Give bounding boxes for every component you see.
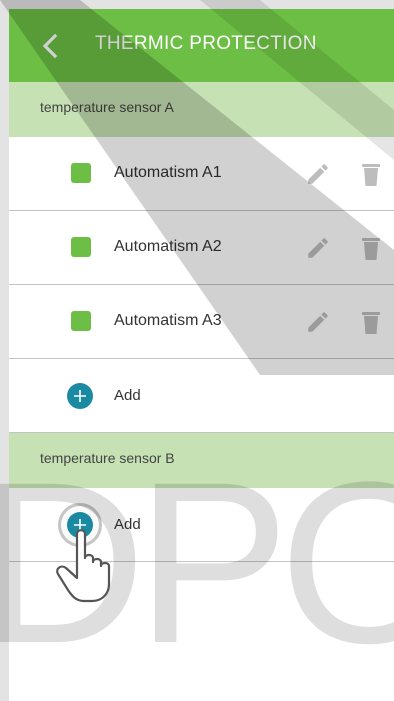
pencil-icon[interactable] xyxy=(305,161,331,187)
app-header: THERMIC PROTECTION xyxy=(9,9,394,82)
section-header-sensor-a: temperature sensor A xyxy=(9,82,394,137)
trash-icon[interactable] xyxy=(359,308,383,336)
list-item[interactable]: Automatism A3 xyxy=(9,285,394,359)
pencil-icon[interactable] xyxy=(305,235,331,261)
status-indicator xyxy=(71,237,91,257)
section-title: temperature sensor B xyxy=(40,450,175,466)
plus-icon xyxy=(67,383,93,409)
section-header-sensor-b: temperature sensor B xyxy=(9,433,394,488)
add-label: Add xyxy=(114,387,141,404)
automatism-label: Automatism A2 xyxy=(114,238,222,255)
trash-icon[interactable] xyxy=(359,234,383,262)
add-automatism-button-b[interactable]: Add xyxy=(9,488,394,562)
back-button[interactable] xyxy=(35,31,65,61)
trash-icon[interactable] xyxy=(359,160,383,188)
chevron-left-icon xyxy=(42,33,58,59)
page-title: THERMIC PROTECTION xyxy=(95,33,317,54)
left-border xyxy=(0,0,9,701)
add-label: Add xyxy=(114,516,141,533)
list-item[interactable]: Automatism A2 xyxy=(9,211,394,285)
section-title: temperature sensor A xyxy=(40,99,174,115)
automatism-label: Automatism A3 xyxy=(114,312,222,329)
status-indicator xyxy=(71,163,91,183)
status-indicator xyxy=(71,311,91,331)
top-border xyxy=(0,0,394,9)
pencil-icon[interactable] xyxy=(305,309,331,335)
automatism-label: Automatism A1 xyxy=(114,164,222,181)
plus-icon xyxy=(67,512,93,538)
app-screen: THERMIC PROTECTION temperature sensor A … xyxy=(9,9,394,701)
add-automatism-button-a[interactable]: Add xyxy=(9,359,394,433)
list-item[interactable]: Automatism A1 xyxy=(9,137,394,211)
